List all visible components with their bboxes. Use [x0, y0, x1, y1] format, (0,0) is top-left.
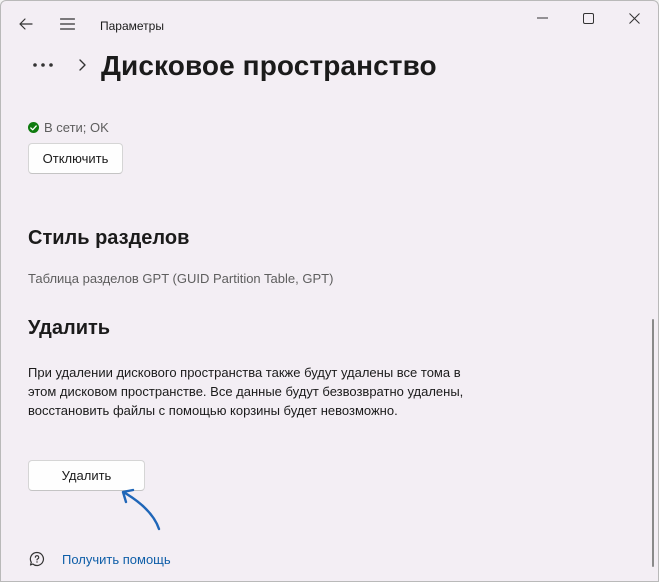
close-button[interactable] [611, 1, 657, 35]
page-header: Дисковое пространство [1, 45, 658, 91]
status-text: В сети; OK [44, 120, 109, 135]
hamburger-menu-icon[interactable] [54, 11, 80, 37]
status-indicator: В сети; OK [28, 120, 109, 135]
maximize-button[interactable] [565, 1, 611, 35]
delete-heading: Удалить [28, 317, 111, 339]
back-arrow-icon[interactable] [13, 11, 39, 37]
settings-window: Параметры Дисковое пространство В сети; … [0, 0, 659, 582]
partition-style-value: Таблица разделов GPT (GUID Partition Tab… [28, 271, 334, 286]
get-help-link[interactable]: Получить помощь [62, 552, 171, 567]
maximize-icon [582, 12, 594, 24]
more-dots-icon[interactable] [30, 55, 56, 75]
app-title: Параметры [100, 19, 164, 33]
help-chat-icon [28, 550, 46, 568]
vertical-scrollbar[interactable] [652, 319, 654, 567]
checkmark-status-icon [28, 122, 39, 133]
minimize-button[interactable] [519, 1, 565, 35]
annotation-arrow-icon [121, 488, 161, 531]
partition-style-heading: Стиль разделов [28, 227, 190, 249]
title-bar: Параметры [1, 1, 658, 45]
get-help[interactable]: Получить помощь [28, 550, 171, 568]
minimize-icon [536, 17, 548, 19]
page-title: Дисковое пространство [101, 50, 437, 81]
delete-description: При удалении дискового пространства такж… [28, 365, 464, 418]
chevron-right-icon [75, 55, 89, 75]
disconnect-button[interactable]: Отключить [28, 143, 123, 174]
close-icon [628, 12, 640, 24]
